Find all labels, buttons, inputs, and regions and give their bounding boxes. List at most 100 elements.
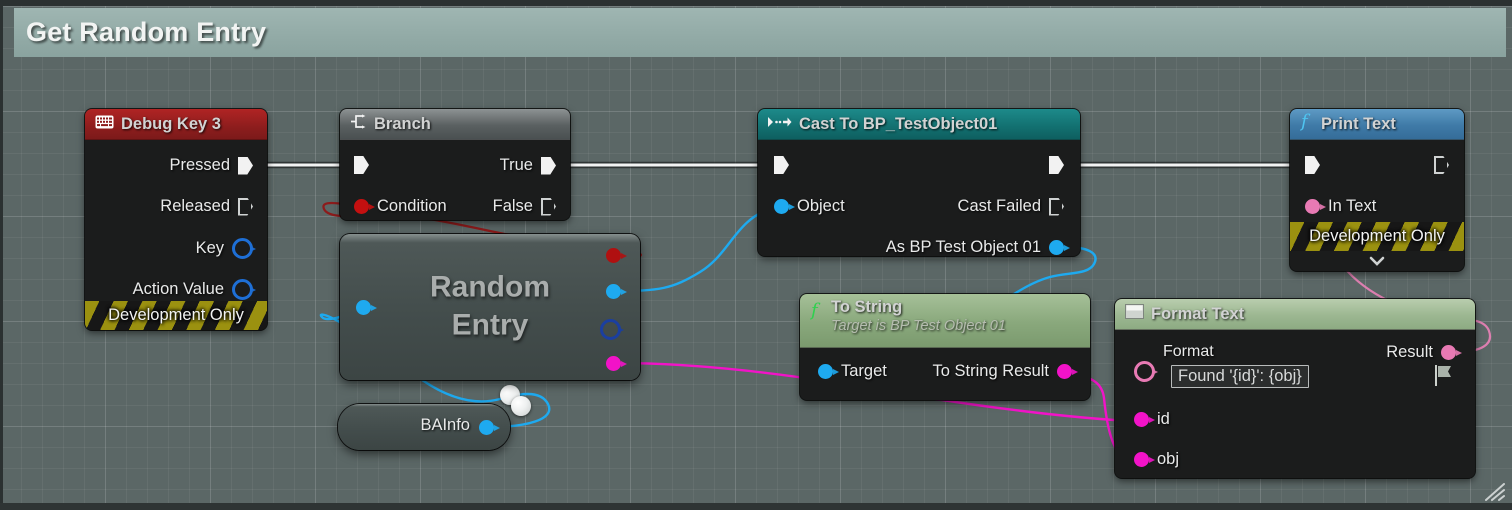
pin-row-id[interactable]: id — [1134, 410, 1170, 429]
exec-pin-out[interactable] — [238, 198, 253, 216]
format-label: Format — [1163, 343, 1214, 360]
pin-label: Released — [160, 197, 230, 215]
keyboard-icon — [95, 115, 114, 134]
data-pin-id[interactable] — [1134, 412, 1155, 427]
pin-row-released[interactable]: Released — [160, 197, 253, 216]
data-pin-target[interactable] — [818, 364, 839, 379]
node-title: Format Text — [1151, 304, 1245, 323]
data-pin-condition[interactable] — [354, 199, 375, 214]
exec-pin-false[interactable] — [541, 198, 556, 216]
node-header[interactable]: f To String Target is BP Test Object 01 — [800, 294, 1090, 348]
pin-label: obj — [1157, 450, 1180, 468]
node-debug-key-3[interactable]: Debug Key 3 Pressed Released Key Action … — [85, 109, 267, 330]
pin-row-true[interactable]: True — [500, 156, 556, 175]
node-title: Random Entry — [430, 270, 550, 342]
node-title: BAInfo — [420, 416, 470, 434]
data-pin-out-bainfo[interactable] — [479, 420, 500, 435]
pin-row-obj[interactable]: obj — [1134, 450, 1179, 469]
pin-row-action-value[interactable]: Action Value — [133, 279, 256, 300]
pin-row-as-bp-test-object-01[interactable]: As BP Test Object 01 — [885, 238, 1070, 256]
pin-row-exec-in[interactable] — [774, 156, 789, 174]
data-pin-result[interactable] — [1441, 345, 1462, 360]
pin-row-target[interactable]: Target — [818, 362, 887, 381]
pin-row-result[interactable]: Result — [1386, 343, 1462, 362]
node-to-string[interactable]: f To String Target is BP Test Object 01 … — [800, 294, 1090, 400]
pin-row-in-text[interactable]: In Text — [1305, 197, 1376, 216]
data-pin-as-bp-test-object-01[interactable] — [1049, 240, 1070, 255]
pin-label: Result — [1386, 343, 1433, 361]
exec-pin-in[interactable] — [354, 156, 369, 174]
exec-pin-true[interactable] — [541, 156, 556, 175]
pin-row-exec-in[interactable] — [1305, 156, 1320, 174]
node-format-text[interactable]: Format Text Format Found '{id}': {obj} R… — [1115, 299, 1475, 478]
data-pin-out-object[interactable] — [606, 284, 627, 299]
exec-pin-in[interactable] — [774, 156, 789, 174]
pin-row-exec-out[interactable] — [1434, 156, 1449, 174]
data-pin-out-struct[interactable] — [600, 319, 624, 340]
page-title: Get Random Entry — [26, 17, 267, 47]
node-header[interactable]: Debug Key 3 — [85, 109, 267, 140]
data-pin-action-value[interactable] — [232, 279, 256, 300]
pin-row-cast-failed[interactable]: Cast Failed — [958, 197, 1064, 216]
data-pin-obj[interactable] — [1134, 452, 1155, 467]
pin-row-object[interactable]: Object — [774, 197, 845, 216]
pin-row-pressed[interactable]: Pressed — [169, 156, 253, 175]
node-title: To String — [831, 298, 903, 316]
function-icon: f — [1299, 111, 1314, 136]
node-title: Cast To BP_TestObject01 — [799, 114, 998, 133]
node-print-text[interactable]: f Print Text In Text Development Only — [1290, 109, 1464, 271]
node-header[interactable]: Format Text — [1115, 299, 1475, 330]
pin-label: Key — [195, 239, 224, 257]
node-header[interactable]: f Print Text — [1290, 109, 1464, 140]
exec-pin-out[interactable] — [238, 156, 253, 175]
pin-label: To String Result — [932, 362, 1049, 380]
pin-label: As BP Test Object 01 — [885, 238, 1041, 256]
data-pin-object[interactable] — [774, 199, 795, 214]
exec-pin-out[interactable] — [1434, 156, 1449, 174]
text-icon — [1125, 304, 1144, 324]
pin-label: In Text — [1328, 197, 1377, 215]
window-top-edge — [0, 0, 1512, 6]
branch-icon — [350, 114, 367, 134]
exec-pin-out[interactable] — [1049, 156, 1064, 174]
data-pin-key[interactable] — [232, 238, 256, 259]
graph-title-bar: Get Random Entry — [14, 8, 1506, 57]
node-title: Branch — [374, 114, 431, 133]
localization-flag-icon[interactable] — [1435, 365, 1455, 391]
pin-label: id — [1157, 410, 1170, 428]
data-pin-in-text[interactable] — [1305, 199, 1326, 214]
pin-label: Object — [797, 197, 845, 215]
exec-pin-cast-failed[interactable] — [1049, 198, 1064, 216]
resize-grip-icon[interactable] — [1480, 480, 1506, 502]
node-header[interactable]: Branch — [340, 109, 570, 140]
pin-row-exec-in[interactable] — [354, 156, 369, 174]
pin-row-condition[interactable]: Condition — [354, 197, 447, 216]
node-random-entry[interactable]: Random Entry — [340, 234, 640, 380]
data-pin-out-magenta[interactable] — [606, 356, 627, 371]
pin-label: False — [492, 197, 533, 215]
chevron-down-icon[interactable] — [1367, 255, 1387, 267]
data-pin-to-string-result[interactable] — [1057, 364, 1078, 379]
node-header[interactable]: Cast To BP_TestObject01 — [758, 109, 1080, 140]
development-only-footer: Development Only — [1290, 222, 1464, 251]
pin-row-exec-out[interactable] — [1049, 156, 1064, 174]
development-only-footer: Development Only — [85, 301, 267, 330]
node-title: Debug Key 3 — [121, 114, 221, 133]
pin-label: Target — [841, 362, 887, 380]
node-bainfo[interactable]: BAInfo — [338, 404, 510, 450]
data-pin-in-cyan[interactable] — [356, 300, 377, 315]
pin-row-to-string-result[interactable]: To String Result — [932, 362, 1078, 381]
svg-text:f: f — [1300, 112, 1311, 131]
node-cast-to-bp-testobject01[interactable]: Cast To BP_TestObject01 Object Cast Fail… — [758, 109, 1080, 256]
node-subtitle: Target is BP Test Object 01 — [831, 318, 1006, 335]
svg-text:f: f — [810, 301, 821, 320]
node-branch[interactable]: Branch True Condition False — [340, 109, 570, 220]
reroute-knot-b[interactable] — [511, 396, 531, 416]
data-pin-out-bool[interactable] — [606, 248, 627, 263]
expander-row[interactable] — [1290, 251, 1464, 271]
pin-row-false[interactable]: False — [493, 197, 556, 216]
pin-row-key[interactable]: Key — [195, 238, 256, 259]
data-pin-format-in[interactable] — [1134, 361, 1158, 382]
exec-pin-in[interactable] — [1305, 156, 1320, 174]
format-text-input[interactable]: Found '{id}': {obj} — [1171, 365, 1309, 388]
